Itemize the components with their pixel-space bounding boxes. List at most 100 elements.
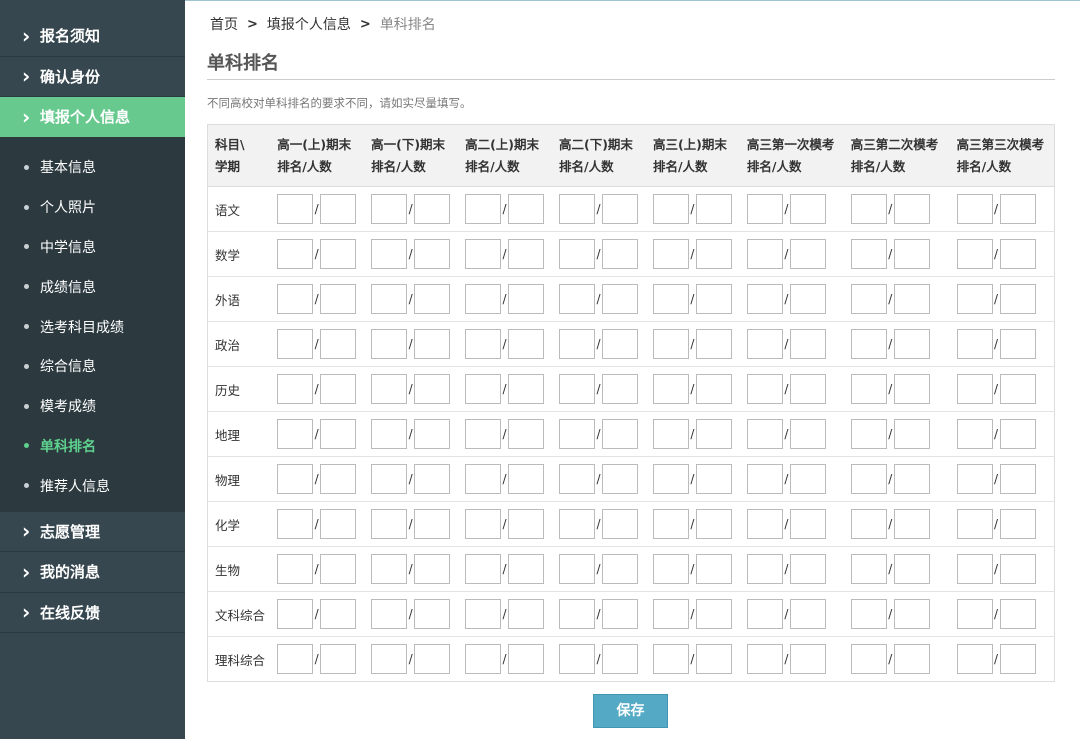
total-input[interactable] — [414, 239, 451, 269]
rank-input[interactable] — [277, 464, 314, 494]
total-input[interactable] — [789, 509, 826, 539]
sidebar-item[interactable]: › 确认身份 — [0, 56, 185, 97]
rank-input[interactable] — [746, 599, 783, 629]
rank-input[interactable] — [465, 509, 502, 539]
rank-input[interactable] — [559, 284, 595, 314]
rank-input[interactable] — [850, 644, 887, 674]
rank-input[interactable] — [746, 419, 783, 449]
rank-input[interactable] — [371, 284, 408, 314]
rank-input[interactable] — [465, 464, 502, 494]
rank-input[interactable] — [850, 284, 887, 314]
rank-input[interactable] — [956, 374, 993, 404]
total-input[interactable] — [414, 194, 451, 224]
total-input[interactable] — [695, 554, 732, 584]
total-input[interactable] — [508, 599, 545, 629]
rank-input[interactable] — [652, 599, 689, 629]
rank-input[interactable] — [746, 239, 783, 269]
total-input[interactable] — [320, 284, 357, 314]
rank-input[interactable] — [746, 284, 783, 314]
rank-input[interactable] — [559, 239, 595, 269]
total-input[interactable] — [602, 419, 638, 449]
rank-input[interactable] — [652, 644, 689, 674]
total-input[interactable] — [695, 329, 732, 359]
rank-input[interactable] — [559, 374, 595, 404]
total-input[interactable] — [789, 329, 826, 359]
save-button[interactable]: 保存 — [593, 694, 668, 728]
rank-input[interactable] — [652, 239, 689, 269]
rank-input[interactable] — [956, 329, 993, 359]
total-input[interactable] — [893, 374, 930, 404]
total-input[interactable] — [695, 644, 732, 674]
total-input[interactable] — [414, 554, 451, 584]
total-input[interactable] — [602, 464, 638, 494]
total-input[interactable] — [602, 284, 638, 314]
rank-input[interactable] — [559, 644, 595, 674]
total-input[interactable] — [789, 374, 826, 404]
rank-input[interactable] — [850, 329, 887, 359]
total-input[interactable] — [893, 239, 930, 269]
breadcrumb-section[interactable]: 填报个人信息 — [267, 14, 351, 34]
total-input[interactable] — [320, 464, 357, 494]
total-input[interactable] — [320, 644, 357, 674]
rank-input[interactable] — [277, 239, 314, 269]
rank-input[interactable] — [277, 194, 314, 224]
rank-input[interactable] — [956, 239, 993, 269]
rank-input[interactable] — [746, 374, 783, 404]
rank-input[interactable] — [652, 329, 689, 359]
total-input[interactable] — [320, 239, 357, 269]
total-input[interactable] — [508, 284, 545, 314]
total-input[interactable] — [508, 374, 545, 404]
total-input[interactable] — [999, 419, 1036, 449]
sidebar-subitem[interactable]: 选考科目成绩 — [0, 307, 185, 347]
rank-input[interactable] — [652, 284, 689, 314]
total-input[interactable] — [789, 554, 826, 584]
total-input[interactable] — [999, 464, 1036, 494]
rank-input[interactable] — [746, 194, 783, 224]
total-input[interactable] — [893, 419, 930, 449]
total-input[interactable] — [695, 599, 732, 629]
rank-input[interactable] — [277, 284, 314, 314]
rank-input[interactable] — [746, 554, 783, 584]
rank-input[interactable] — [277, 419, 314, 449]
total-input[interactable] — [414, 509, 451, 539]
rank-input[interactable] — [465, 329, 502, 359]
total-input[interactable] — [999, 599, 1036, 629]
total-input[interactable] — [508, 239, 545, 269]
rank-input[interactable] — [465, 194, 502, 224]
rank-input[interactable] — [559, 194, 595, 224]
total-input[interactable] — [508, 419, 545, 449]
sidebar-item[interactable]: › 在线反馈 — [0, 592, 185, 634]
total-input[interactable] — [789, 464, 826, 494]
total-input[interactable] — [695, 464, 732, 494]
sidebar-item[interactable]: › 报名须知 — [0, 16, 185, 57]
total-input[interactable] — [320, 554, 357, 584]
sidebar-subitem[interactable]: 模考成绩 — [0, 386, 185, 426]
rank-input[interactable] — [956, 464, 993, 494]
total-input[interactable] — [789, 194, 826, 224]
rank-input[interactable] — [652, 509, 689, 539]
sidebar-item[interactable]: › 志愿管理 — [0, 511, 185, 553]
total-input[interactable] — [320, 194, 357, 224]
total-input[interactable] — [508, 194, 545, 224]
breadcrumb-home[interactable]: 首页 — [210, 14, 238, 34]
total-input[interactable] — [789, 419, 826, 449]
sidebar-subitem[interactable]: 基本信息 — [0, 148, 185, 188]
rank-input[interactable] — [956, 644, 993, 674]
rank-input[interactable] — [465, 284, 502, 314]
total-input[interactable] — [414, 329, 451, 359]
total-input[interactable] — [602, 509, 638, 539]
total-input[interactable] — [893, 284, 930, 314]
total-input[interactable] — [602, 194, 638, 224]
rank-input[interactable] — [277, 599, 314, 629]
total-input[interactable] — [695, 374, 732, 404]
rank-input[interactable] — [277, 554, 314, 584]
rank-input[interactable] — [559, 599, 595, 629]
total-input[interactable] — [999, 554, 1036, 584]
rank-input[interactable] — [652, 419, 689, 449]
rank-input[interactable] — [371, 599, 408, 629]
total-input[interactable] — [320, 419, 357, 449]
rank-input[interactable] — [850, 554, 887, 584]
rank-input[interactable] — [371, 374, 408, 404]
rank-input[interactable] — [956, 284, 993, 314]
total-input[interactable] — [414, 599, 451, 629]
